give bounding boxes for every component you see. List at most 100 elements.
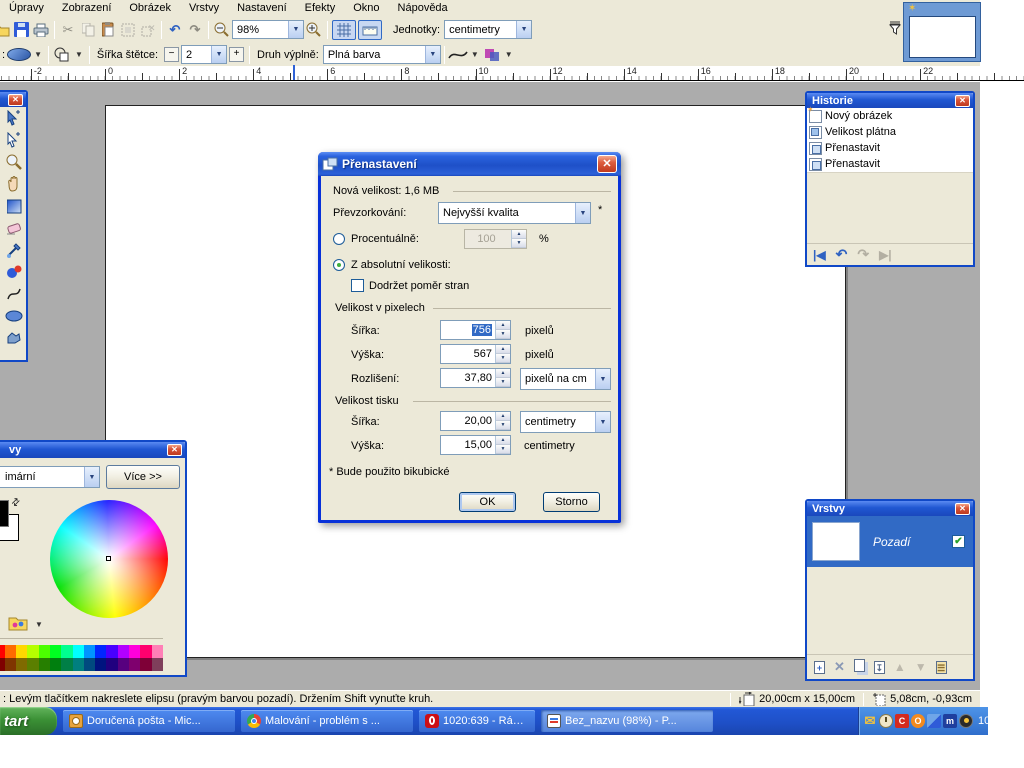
chevron-down-icon[interactable]: ▼ bbox=[35, 620, 43, 629]
layer-visibility-checkbox[interactable]: ✔ bbox=[952, 535, 965, 548]
color-swatch[interactable] bbox=[61, 645, 72, 658]
print-width-field[interactable]: 20,00 ▲▼ bbox=[440, 411, 511, 431]
history-item[interactable]: Nový obrázek bbox=[807, 108, 973, 124]
zoom-level-combo[interactable]: 98%▼ bbox=[232, 20, 304, 39]
tools-titlebar[interactable]: ✕ bbox=[0, 92, 26, 107]
shape-mode-icon[interactable] bbox=[52, 46, 72, 64]
color-swatch[interactable] bbox=[152, 645, 163, 658]
pixel-width-spinner[interactable]: ▲▼ bbox=[495, 321, 510, 339]
envelope-icon[interactable]: ✉ bbox=[863, 714, 877, 728]
keep-aspect-checkbox[interactable] bbox=[351, 279, 364, 292]
color-swatch[interactable] bbox=[50, 658, 61, 671]
brush-width-plus-button[interactable]: + bbox=[229, 47, 244, 62]
resolution-spinner[interactable]: ▲▼ bbox=[495, 369, 510, 387]
chevron-down-icon[interactable]: ▼ bbox=[211, 46, 226, 63]
color-swatch[interactable] bbox=[118, 645, 129, 658]
color-swatch[interactable] bbox=[73, 658, 84, 671]
pixel-height-field[interactable]: 567 ▲▼ bbox=[440, 344, 511, 364]
color-swatch[interactable] bbox=[16, 645, 27, 658]
print-width-unit-combo[interactable]: centimetry▼ bbox=[520, 411, 611, 433]
menu-item[interactable]: Nastavení bbox=[228, 1, 296, 15]
c-app-icon[interactable]: C bbox=[895, 714, 909, 728]
color-swatch[interactable] bbox=[84, 645, 95, 658]
ellipse-tool[interactable] bbox=[2, 305, 26, 327]
grid-toggle-button[interactable] bbox=[332, 20, 356, 40]
history-titlebar[interactable]: Historie✕ bbox=[807, 93, 973, 108]
fast-forward-icon[interactable]: ▶| bbox=[879, 248, 892, 262]
redo-icon[interactable]: ↷ bbox=[857, 246, 869, 263]
close-icon[interactable]: ✕ bbox=[167, 444, 182, 456]
print-width-spinner[interactable]: ▲▼ bbox=[495, 412, 510, 430]
chevron-down-icon[interactable]: ▼ bbox=[595, 412, 610, 432]
crop-icon[interactable] bbox=[118, 21, 138, 39]
color-swatch[interactable] bbox=[129, 645, 140, 658]
color-swatch[interactable] bbox=[73, 645, 84, 658]
color-swatch[interactable] bbox=[106, 645, 117, 658]
curve-style-icon[interactable] bbox=[448, 46, 468, 64]
units-combo[interactable]: centimetry▼ bbox=[444, 20, 532, 39]
close-icon[interactable]: ✕ bbox=[955, 503, 970, 515]
menu-item[interactable]: Úpravy bbox=[0, 1, 53, 15]
color-swatch[interactable] bbox=[106, 658, 117, 671]
layer-row[interactable]: Pozadí ✔ bbox=[807, 516, 973, 567]
line-curve-tool[interactable] bbox=[2, 283, 26, 305]
brush-width-combo[interactable]: 2▼ bbox=[181, 45, 227, 64]
rewind-icon[interactable]: |◀ bbox=[813, 248, 826, 262]
taskbar-task-mail[interactable]: Doručená pošta - Mic... bbox=[63, 710, 235, 732]
resampling-combo[interactable]: Nejvyšší kvalita▼ bbox=[438, 202, 591, 224]
color-picker-tool[interactable] bbox=[2, 239, 26, 261]
print-icon[interactable] bbox=[31, 21, 51, 39]
move-selected-pixels-tool[interactable] bbox=[2, 107, 26, 129]
palette-menu-icon[interactable] bbox=[8, 614, 28, 631]
color-swatch[interactable] bbox=[129, 658, 140, 671]
save-icon[interactable] bbox=[11, 21, 31, 39]
stopwatch-icon[interactable] bbox=[959, 714, 973, 728]
history-item[interactable]: Velikost plátna bbox=[807, 124, 973, 140]
layer-properties-icon[interactable]: ☰ bbox=[936, 661, 947, 674]
history-item[interactable]: Přenastavit bbox=[807, 156, 973, 172]
close-icon[interactable]: ✕ bbox=[597, 155, 617, 173]
color-swatch[interactable] bbox=[39, 658, 50, 671]
color-swatch[interactable] bbox=[39, 645, 50, 658]
gradient-tool[interactable] bbox=[2, 195, 26, 217]
move-layer-up-icon[interactable]: ▲ bbox=[894, 660, 906, 674]
deselect-icon[interactable]: ✕ bbox=[138, 21, 158, 39]
close-icon[interactable]: ✕ bbox=[8, 94, 23, 106]
color-swatch[interactable] bbox=[118, 658, 129, 671]
color-swatch[interactable] bbox=[61, 658, 72, 671]
paste-icon[interactable] bbox=[98, 21, 118, 39]
chevron-down-icon[interactable]: ▼ bbox=[425, 46, 440, 63]
menu-item[interactable]: Obrázek bbox=[120, 1, 180, 15]
merge-down-icon[interactable]: ↧ bbox=[874, 661, 885, 674]
ruler-toggle-button[interactable] bbox=[358, 20, 382, 40]
color-target-combo[interactable]: imární▼ bbox=[0, 466, 100, 488]
copy-icon[interactable] bbox=[78, 21, 98, 39]
image-list-funnel-icon[interactable] bbox=[888, 21, 902, 36]
opera-tray-icon[interactable]: O bbox=[911, 714, 925, 728]
color-swatch[interactable] bbox=[140, 658, 151, 671]
menu-item[interactable]: Vrstvy bbox=[180, 1, 228, 15]
taskbar-task-paint[interactable]: Bez_nazvu (98%) - P... bbox=[541, 710, 713, 732]
m-app-icon[interactable]: m bbox=[943, 714, 957, 728]
zoom-tool[interactable] bbox=[2, 151, 26, 173]
colors-titlebar[interactable]: vy✕ bbox=[0, 442, 185, 458]
menu-item[interactable]: Nápověda bbox=[389, 1, 457, 15]
open-icon[interactable] bbox=[0, 21, 11, 39]
chevron-down-icon[interactable]: ▼ bbox=[516, 21, 531, 38]
ok-button[interactable]: OK bbox=[459, 492, 516, 512]
color-swatch[interactable] bbox=[50, 645, 61, 658]
history-item[interactable]: Přenastavit bbox=[807, 140, 973, 156]
layer-thumbnail[interactable] bbox=[813, 523, 859, 560]
color-swatch[interactable] bbox=[140, 645, 151, 658]
image-thumbnail-window[interactable]: ✶ bbox=[903, 2, 981, 62]
eraser-tool[interactable] bbox=[2, 217, 26, 239]
color-swatch[interactable] bbox=[5, 658, 16, 671]
taskbar-task-chrome[interactable]: Malování - problém s ... bbox=[241, 710, 413, 732]
color-swatch[interactable] bbox=[152, 658, 163, 671]
chevron-down-icon[interactable]: ▼ bbox=[595, 369, 610, 389]
recolor-tool[interactable] bbox=[2, 261, 26, 283]
chevron-down-icon[interactable]: ▼ bbox=[471, 50, 479, 59]
color-swatch[interactable] bbox=[95, 658, 106, 671]
add-layer-icon[interactable]: + bbox=[814, 661, 825, 674]
duplicate-layer-icon[interactable] bbox=[854, 659, 865, 675]
